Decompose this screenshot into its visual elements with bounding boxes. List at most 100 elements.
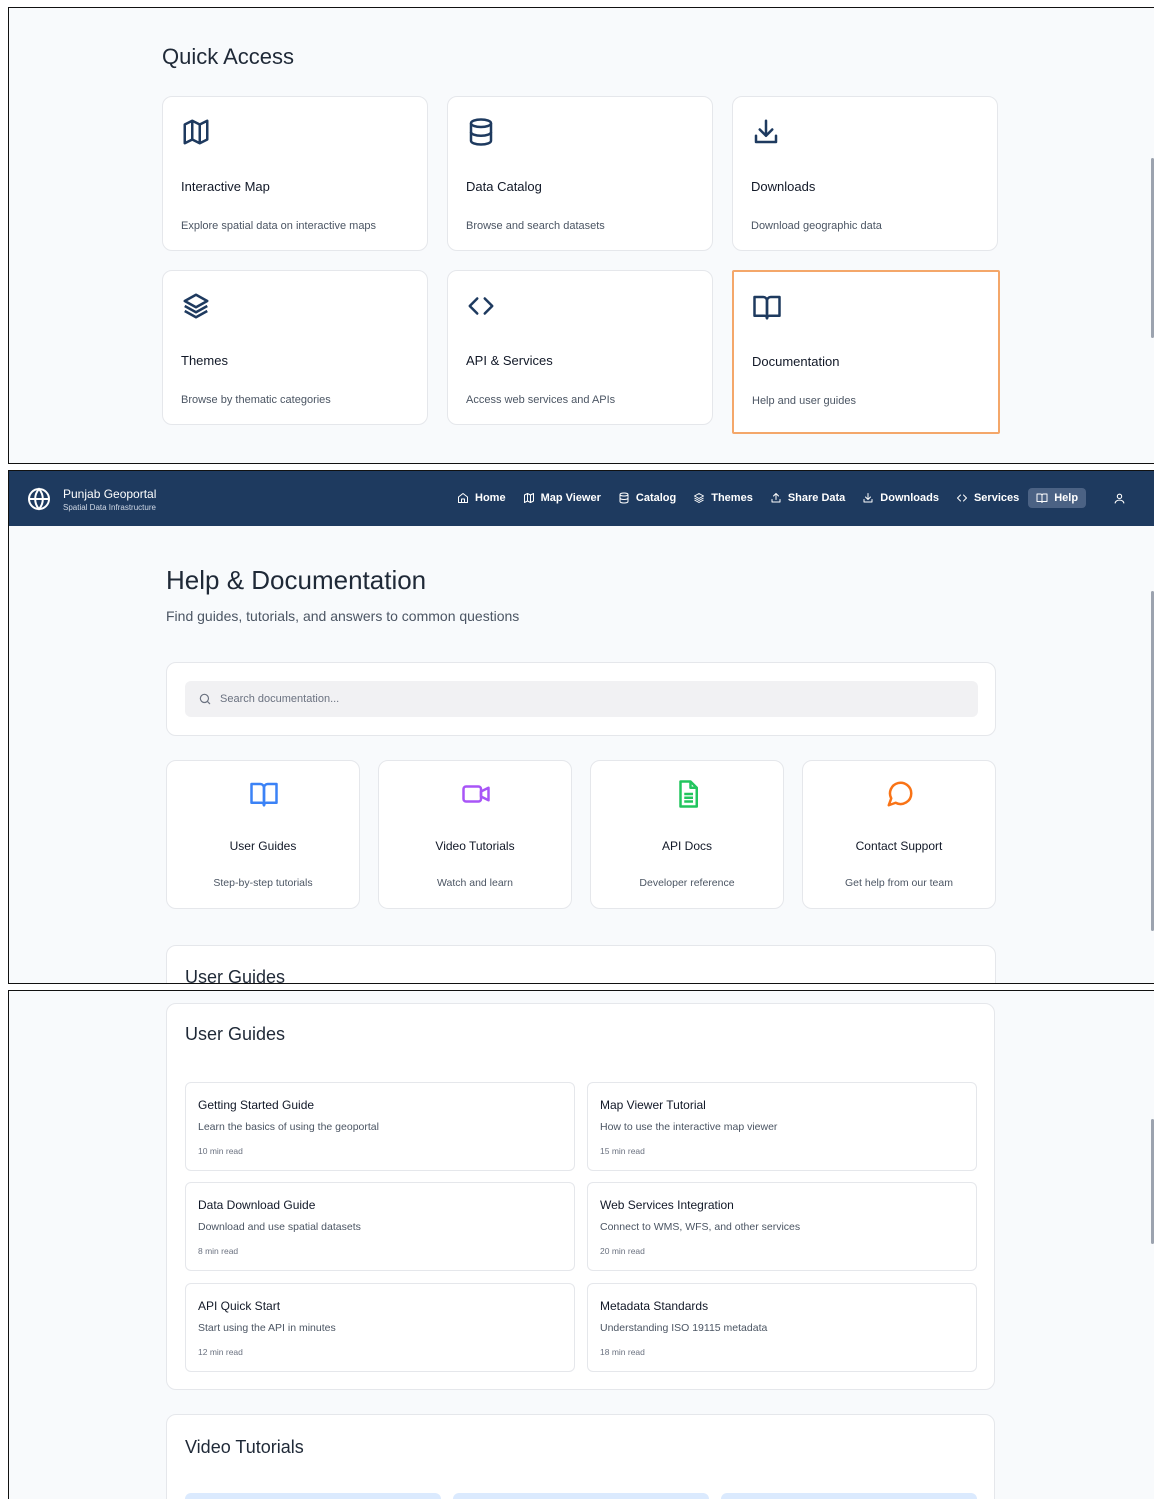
video-tutorials-section: Video Tutorials <box>166 1414 995 1499</box>
book-open-icon <box>250 782 278 807</box>
guide-read-time: 15 min read <box>600 1146 645 1156</box>
nav-item-services[interactable]: Services <box>948 488 1027 508</box>
user-guides-section-peek: User Guides <box>166 945 996 984</box>
guide-title: Web Services Integration <box>600 1198 734 1212</box>
database-icon <box>469 118 493 146</box>
guide-card[interactable]: API Quick Start Start using the API in m… <box>185 1283 575 1372</box>
guide-read-time: 8 min read <box>198 1246 239 1256</box>
map-icon <box>183 119 209 145</box>
search-icon <box>199 693 211 705</box>
guide-card[interactable]: Metadata Standards Understanding ISO 191… <box>587 1283 977 1372</box>
card-description: Access web services and APIs <box>466 394 616 406</box>
nav-label: Map Viewer <box>540 492 601 504</box>
card-title: Themes <box>181 353 228 368</box>
upload-icon <box>771 493 781 503</box>
user-guides-panel: User Guides Getting Started Guide Learn … <box>8 990 1154 1499</box>
category-card-contact-support[interactable]: Contact Support Get help from our team <box>802 760 996 909</box>
category-description: Get help from our team <box>845 877 953 889</box>
guide-description: Learn the basics of using the geoportal <box>198 1121 379 1133</box>
category-title: Contact Support <box>855 839 943 853</box>
quick-access-card-data-catalog[interactable]: Data Catalog Browse and search datasets <box>447 96 713 251</box>
guide-description: Download and use spatial datasets <box>198 1221 361 1233</box>
card-description: Explore spatial data on interactive maps <box>181 220 377 232</box>
help-page-panel: Punjab Geoportal Spatial Data Infrastruc… <box>8 470 1154 984</box>
quick-access-card-themes[interactable]: Themes Browse by thematic categories <box>162 270 428 425</box>
category-description: Watch and learn <box>436 877 514 889</box>
user-guides-section: User Guides Getting Started Guide Learn … <box>166 1003 995 1390</box>
guide-read-time: 10 min read <box>198 1146 243 1156</box>
video-icon <box>462 785 490 803</box>
guide-title: Data Download Guide <box>198 1198 316 1212</box>
layers-icon <box>694 493 705 503</box>
nav-item-help[interactable]: Help <box>1028 488 1087 508</box>
category-title: User Guides <box>229 839 297 853</box>
quick-access-card-api-services[interactable]: API & Services Access web services and A… <box>447 270 713 425</box>
home-icon <box>458 493 468 503</box>
section-title: User Guides <box>185 1024 286 1044</box>
nav-item-catalog[interactable]: Catalog <box>610 488 684 508</box>
guide-read-time: 18 min read <box>600 1347 645 1357</box>
category-card-video-tutorials[interactable]: Video Tutorials Watch and learn <box>378 760 572 909</box>
nav-label: Themes <box>711 492 753 504</box>
guide-card[interactable]: Web Services Integration Connect to WMS,… <box>587 1182 977 1271</box>
nav-label: Downloads <box>880 492 939 504</box>
guide-card[interactable]: Map Viewer Tutorial How to use the inter… <box>587 1082 977 1171</box>
guide-title: Getting Started Guide <box>198 1098 315 1112</box>
file-text-icon <box>679 780 698 808</box>
card-description: Browse by thematic categories <box>181 394 331 406</box>
map-icon <box>523 493 534 503</box>
category-description: Developer reference <box>639 877 735 889</box>
guide-description: Start using the API in minutes <box>198 1322 336 1334</box>
category-title: Video Tutorials <box>435 839 515 853</box>
section-title: User Guides <box>185 967 286 984</box>
download-icon <box>863 493 873 503</box>
brand-subtitle: Spatial Data Infrastructure <box>63 503 156 512</box>
message-circle-icon <box>887 781 913 807</box>
user-icon[interactable] <box>1113 492 1126 505</box>
nav-item-downloads[interactable]: Downloads <box>854 488 947 508</box>
guide-card[interactable]: Data Download Guide Download and use spa… <box>185 1182 575 1271</box>
page-subtitle: Find guides, tutorials, and answers to c… <box>166 608 520 624</box>
code-icon <box>956 494 967 502</box>
video-thumbnail[interactable] <box>721 1493 977 1499</box>
nav-item-map-viewer[interactable]: Map Viewer <box>515 488 609 508</box>
nav-label: Catalog <box>635 492 677 504</box>
category-card-api-docs[interactable]: API Docs Developer reference <box>590 760 784 909</box>
nav-label: Services <box>973 492 1020 504</box>
card-description: Browse and search datasets <box>466 220 605 232</box>
nav-item-share-data[interactable]: Share Data <box>762 488 853 508</box>
quick-access-card-interactive-map[interactable]: Interactive Map Explore spatial data on … <box>162 96 428 251</box>
video-thumbnail[interactable] <box>185 1493 441 1499</box>
card-title: Documentation <box>752 354 840 369</box>
category-card-user-guides[interactable]: User Guides Step-by-step tutorials <box>166 760 360 909</box>
code-icon <box>468 297 494 315</box>
category-description: Step-by-step tutorials <box>213 877 313 889</box>
card-title: Interactive Map <box>181 179 270 194</box>
layers-icon <box>183 293 209 319</box>
category-title: API Docs <box>661 839 712 853</box>
quick-access-title: Quick Access <box>162 44 295 69</box>
card-description: Help and user guides <box>752 395 856 407</box>
search-box[interactable] <box>185 681 978 717</box>
search-input[interactable] <box>220 689 920 709</box>
guide-description: Connect to WMS, WFS, and other services <box>600 1221 801 1233</box>
nav-item-themes[interactable]: Themes <box>685 488 761 508</box>
video-thumbnail[interactable] <box>453 1493 709 1499</box>
quick-access-card-documentation[interactable]: Documentation Help and user guides <box>732 270 1000 434</box>
nav-item-home[interactable]: Home <box>449 488 514 508</box>
card-title: API & Services <box>466 353 553 368</box>
globe-icon[interactable] <box>27 487 51 511</box>
brand-name[interactable]: Punjab Geoportal <box>63 487 156 501</box>
card-description: Download geographic data <box>751 220 882 232</box>
guide-title: API Quick Start <box>198 1299 281 1313</box>
database-icon <box>619 492 629 504</box>
guide-description: Understanding ISO 19115 metadata <box>600 1322 768 1334</box>
guide-read-time: 20 min read <box>600 1246 645 1256</box>
nav-menu: Home Map Viewer Catalog Themes Share Dat… <box>449 488 1087 508</box>
search-card <box>166 662 996 736</box>
card-title: Data Catalog <box>466 179 542 194</box>
guide-card[interactable]: Getting Started Guide Learn the basics o… <box>185 1082 575 1171</box>
quick-access-card-downloads[interactable]: Downloads Download geographic data <box>732 96 998 251</box>
download-icon <box>754 119 778 144</box>
top-navbar: Punjab Geoportal Spatial Data Infrastruc… <box>9 471 1154 526</box>
